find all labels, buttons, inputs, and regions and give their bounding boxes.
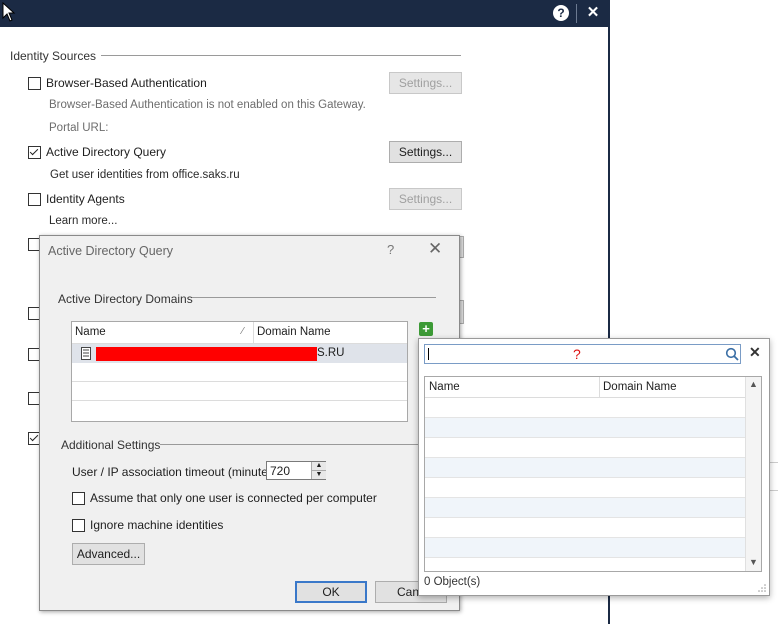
ignore-machines-checkbox[interactable]: [72, 519, 85, 532]
additional-settings-title: Additional Settings: [61, 438, 161, 452]
row-divider: [72, 400, 407, 401]
one-user-label: Assume that only one user is connected p…: [90, 491, 377, 505]
redacted-domain-name: [96, 347, 317, 361]
column-header-name[interactable]: Name: [429, 381, 460, 393]
timeout-label: User / IP association timeout (minutes):: [72, 465, 282, 479]
ad-query-settings-button[interactable]: Settings...: [389, 141, 462, 163]
help-icon[interactable]: ?: [387, 242, 394, 257]
list-item: [425, 478, 745, 498]
ad-query-note: Get user identities from office.saks.ru: [50, 169, 240, 181]
ad-query-label: Active Directory Query: [46, 145, 167, 159]
window-titlebar: [0, 0, 610, 27]
scroll-down-icon[interactable]: ▼: [749, 557, 758, 567]
domain-name-cell: S.RU: [317, 347, 345, 359]
sort-icon: ⁄: [242, 326, 244, 337]
column-divider: [253, 322, 254, 343]
mouse-cursor-icon: [2, 2, 16, 22]
portal-url-label: Portal URL:: [49, 122, 109, 134]
domain-picker-popup: ? ✕ Name Domain Name ▲ ▼ 0 Object(s): [418, 338, 770, 596]
learn-more-link[interactable]: Learn more...: [49, 215, 117, 227]
search-icon[interactable]: [725, 347, 739, 361]
identity-sources-title: Identity Sources: [10, 49, 97, 63]
results-list: Name Domain Name ▲ ▼: [424, 376, 762, 572]
list-item: [425, 558, 745, 571]
search-input[interactable]: ?: [424, 344, 741, 364]
object-count-status: 0 Object(s): [424, 576, 481, 588]
timeout-stepper[interactable]: 720 ▲ ▼: [266, 461, 326, 480]
identity-agents-settings-button[interactable]: Settings...: [389, 188, 462, 210]
list-item: [425, 418, 745, 438]
active-directory-query-dialog: Active Directory Query ? ✕ Active Direct…: [39, 235, 460, 611]
section-divider: [160, 444, 418, 445]
browser-auth-label: Browser-Based Authentication: [46, 76, 207, 90]
add-domain-icon[interactable]: +: [419, 322, 433, 336]
timeout-value[interactable]: 720: [270, 464, 290, 478]
resize-grip-icon[interactable]: [757, 583, 767, 593]
close-icon[interactable]: ✕: [428, 239, 442, 259]
row-divider: [72, 381, 407, 382]
column-header-name[interactable]: Name: [75, 326, 106, 338]
scroll-up-icon[interactable]: ▲: [749, 379, 758, 389]
browser-auth-note: Browser-Based Authentication is not enab…: [49, 99, 366, 111]
titlebar-separator: [576, 4, 577, 23]
column-divider: [599, 377, 600, 397]
list-item: [425, 538, 745, 558]
list-item: [425, 438, 745, 458]
domain-server-icon: [81, 347, 91, 360]
identity-agents-checkbox[interactable]: [28, 193, 41, 206]
list-item: [425, 398, 745, 418]
ok-button[interactable]: OK: [295, 581, 367, 603]
browser-auth-checkbox[interactable]: [28, 77, 41, 90]
list-item: [425, 498, 745, 518]
stepper-down-icon[interactable]: ▼: [311, 471, 326, 479]
browser-auth-settings-button[interactable]: Settings...: [389, 72, 462, 94]
close-icon[interactable]: ✕: [585, 4, 601, 22]
section-divider: [101, 55, 461, 56]
scrollbar[interactable]: ▲ ▼: [745, 377, 761, 571]
search-placeholder-marker: ?: [573, 346, 581, 362]
stepper-up-icon[interactable]: ▲: [311, 462, 326, 471]
table-header: [72, 322, 407, 344]
list-header: [425, 377, 745, 398]
identity-agents-label: Identity Agents: [46, 192, 125, 206]
list-item: [425, 518, 745, 538]
ignore-machines-label: Ignore machine identities: [90, 518, 224, 532]
ad-domains-title: Active Directory Domains: [58, 292, 193, 306]
domains-table: Name ⁄ Domain Name S.RU: [71, 321, 408, 422]
help-icon[interactable]: ?: [553, 5, 569, 21]
list-item: [425, 458, 745, 478]
ad-query-checkbox[interactable]: [28, 146, 41, 159]
close-icon[interactable]: ✕: [749, 344, 761, 361]
advanced-button[interactable]: Advanced...: [72, 543, 145, 565]
text-caret: [428, 348, 429, 360]
table-row[interactable]: S.RU: [72, 344, 407, 363]
one-user-checkbox[interactable]: [72, 492, 85, 505]
column-header-domain[interactable]: Domain Name: [257, 326, 331, 338]
column-header-domain[interactable]: Domain Name: [603, 381, 677, 393]
dialog-title: Active Directory Query: [48, 244, 174, 258]
empty-rows: [425, 398, 745, 571]
section-divider: [192, 297, 436, 298]
